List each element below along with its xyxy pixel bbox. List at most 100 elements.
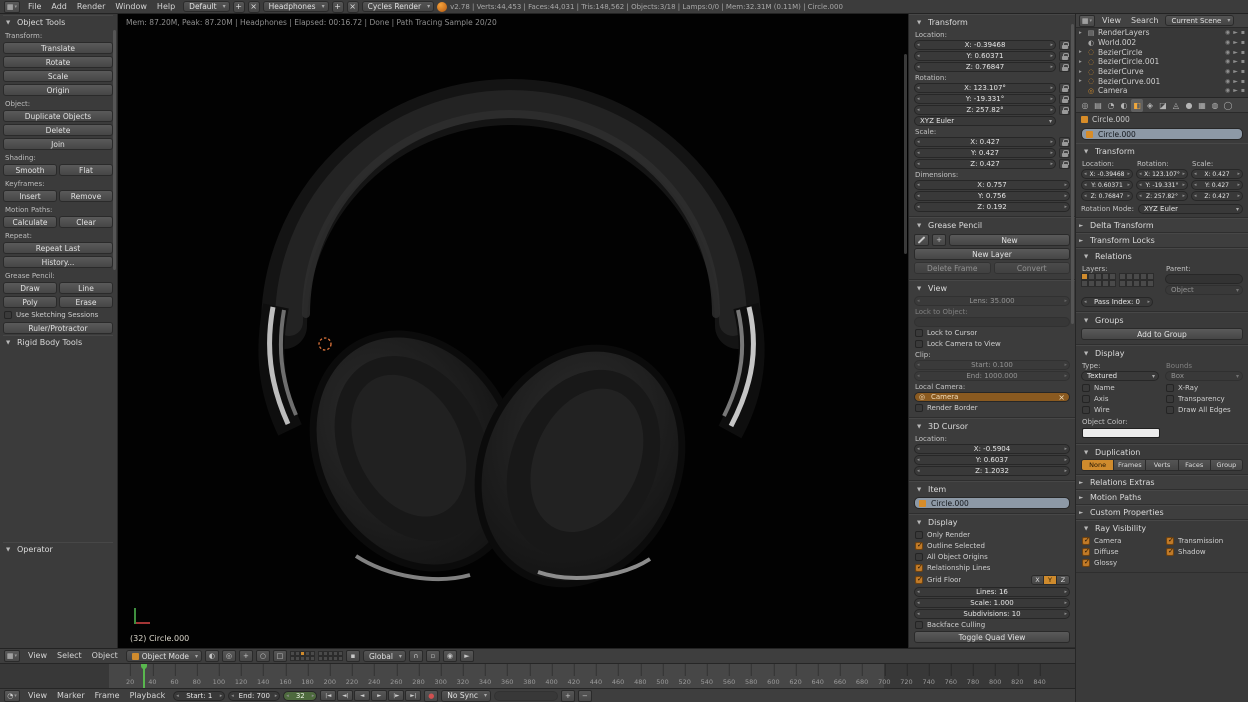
ray-visibility-panel-header[interactable]: Ray Visibility [1081,522,1243,535]
number-field-x[interactable]: X: -0.5904 [914,444,1070,454]
tool-insert-button[interactable]: Insert [3,190,57,202]
tab-constraints[interactable]: ◈ [1144,99,1156,112]
grid-axis-y-toggle[interactable]: Y [1044,575,1057,585]
renderability-toggle-icon[interactable]: ▪ [1241,29,1245,36]
clip-start-field[interactable]: Start: 0.100 [914,360,1070,370]
number-field-scale-z[interactable]: Z: 0.427 [1191,191,1243,201]
play-reverse-button[interactable]: ◄ [354,690,370,701]
close-scene-button[interactable] [347,1,359,13]
menu-help[interactable]: Help [152,2,180,11]
layer-7-toggle[interactable] [1088,280,1095,287]
tab-physics[interactable]: ◯ [1222,99,1234,112]
lock-icon[interactable] [1059,51,1070,61]
layer-19-toggle[interactable] [1140,280,1147,287]
menu-frame[interactable]: Frame [90,691,125,700]
tool-shelf-scrollbar[interactable] [113,30,116,270]
grid-axis-z-toggle[interactable]: Z [1057,575,1070,585]
lock-icon[interactable] [1059,148,1070,158]
outliner-editor-icon[interactable] [1079,15,1095,27]
menu-render[interactable]: Render [72,2,110,11]
tab-modifiers[interactable]: ◪ [1157,99,1169,112]
snap-element-dropdown[interactable]: ▫ [426,650,440,662]
lock-icon[interactable] [1059,105,1070,115]
layer-15-toggle[interactable] [1147,273,1154,280]
object-tools-panel-header[interactable]: Object Tools [3,15,113,29]
duplication-faces-button[interactable]: Faces [1179,459,1211,471]
selectability-toggle-icon[interactable]: ► [1233,78,1238,85]
grid-floor-checkbox[interactable]: Grid Floor [915,575,1027,585]
lock-icon[interactable] [1059,137,1070,147]
x-ray-checkbox[interactable]: X-Ray [1166,383,1242,393]
opengl-render-anim-button[interactable]: ► [460,650,474,662]
visibility-toggle-icon[interactable]: ◉ [1225,87,1230,94]
parent-type-dropdown[interactable]: Object [1165,285,1243,295]
number-field-scale-y[interactable]: Y: 0.427 [1191,180,1243,190]
number-field-scale-x[interactable]: X: 0.427 [1191,169,1243,179]
all-object-origins-checkbox[interactable]: All Object Origins [915,552,1069,562]
number-field-z[interactable]: Z: 0.76847 [914,62,1056,72]
tool-draw-button[interactable]: Draw [3,282,57,294]
use-sketching-sessions-checkbox[interactable]: Use Sketching Sessions [4,310,112,320]
active-object-name-field[interactable]: Circle.000 [914,497,1070,509]
menu-view[interactable]: View [23,651,52,660]
number-field-z[interactable]: Z: 1.2032 [914,466,1070,476]
number-field-rotation-y[interactable]: Y: -19.331° [1136,180,1188,190]
outliner-item-beziercircle-001[interactable]: ▸◌BezierCircle.001◉►▪ [1076,57,1248,67]
layer-2-toggle[interactable] [1088,273,1095,280]
scene-dropdown[interactable]: Headphones [263,1,329,12]
layer-13-toggle[interactable] [1133,273,1140,280]
display-panel-header[interactable]: Display [914,516,1070,529]
transform-panel-header[interactable]: Transform [1081,145,1243,158]
duplication-group-button[interactable]: Group [1211,459,1243,471]
selectability-toggle-icon[interactable]: ► [1233,87,1238,94]
glossy-checkbox[interactable]: Glossy [1082,558,1158,568]
selectability-toggle-icon[interactable]: ► [1233,68,1238,75]
selectability-toggle-icon[interactable]: ► [1233,29,1238,36]
tool-scale-button[interactable]: Scale [3,70,113,82]
number-field-location-z[interactable]: Z: 0.76847 [1081,191,1133,201]
rigid-body-tools-panel-header[interactable]: Rigid Body Tools [3,335,113,349]
sync-dropdown[interactable]: No Sync [441,690,491,702]
layer-10-toggle[interactable] [310,656,315,661]
tool-erase-button[interactable]: Erase [59,296,113,308]
number-field-rotation-x[interactable]: X: 123.107° [1136,169,1188,179]
tab-render-layers[interactable]: ▤ [1092,99,1104,112]
outliner-item-beziercurve[interactable]: ▸◌BezierCurve◉►▪ [1076,67,1248,77]
selectability-toggle-icon[interactable]: ► [1233,49,1238,56]
clear-camera-icon[interactable] [1058,393,1065,402]
layer-5-toggle[interactable] [1109,273,1116,280]
ruler-protractor-button[interactable]: Ruler/Protractor [3,322,113,334]
outliner-item-beziercircle[interactable]: ▸◌BezierCircle◉►▪ [1076,47,1248,57]
number-field-z[interactable]: Z: 257.82° [914,105,1056,115]
wire-checkbox[interactable]: Wire [1082,405,1158,415]
render-engine-dropdown[interactable]: Cycles Render [362,1,435,12]
grid-subdivisions-field[interactable]: Subdivisions: 10 [914,609,1070,619]
panel-custom-properties-header[interactable]: Custom Properties [1076,505,1248,520]
layer-9-toggle[interactable] [1102,280,1109,287]
renderability-toggle-icon[interactable]: ▪ [1241,49,1245,56]
viewport-editor-icon[interactable] [4,650,20,662]
jump-to-next-keyframe-button[interactable]: |► [388,690,404,701]
lens-field[interactable]: Lens: 35.000 [914,296,1070,306]
name-checkbox[interactable]: Name [1082,383,1158,393]
tab-texture[interactable]: ▦ [1196,99,1208,112]
frame-start-field[interactable]: Start: 1 [173,691,225,701]
visibility-toggle-icon[interactable]: ◉ [1225,58,1230,65]
pass-index-field[interactable]: Pass Index: 0 [1081,297,1153,307]
layer-4-toggle[interactable] [1102,273,1109,280]
tool-poly-button[interactable]: Poly [3,296,57,308]
layer-6-toggle[interactable] [1081,280,1088,287]
tool-duplicate-objects-button[interactable]: Duplicate Objects [3,110,113,122]
menu-view[interactable]: View [23,691,52,700]
number-field-y[interactable]: Y: 0.60371 [914,51,1056,61]
menu-marker[interactable]: Marker [52,691,90,700]
transform-panel-header[interactable]: Transform [914,16,1070,29]
duplication-panel-header[interactable]: Duplication [1081,446,1243,459]
number-field-x[interactable]: X: 0.427 [914,137,1056,147]
tool-delete-button[interactable]: Delete [3,124,113,136]
lock-camera-to-view-checkbox[interactable]: Lock Camera to View [915,339,1069,349]
tool-line-button[interactable]: Line [59,282,113,294]
lock-icon[interactable] [1059,94,1070,104]
transform-orientation-dropdown[interactable]: Global [363,650,406,662]
visibility-toggle-icon[interactable]: ◉ [1225,29,1230,36]
